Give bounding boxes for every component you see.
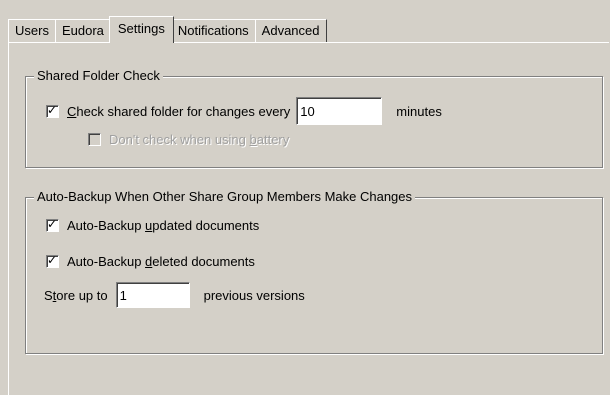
shared-folder-check-title: Shared Folder Check [34, 68, 163, 84]
store-versions-row: Store up to previous versions [44, 282, 305, 308]
check-interval-input[interactable] [296, 97, 383, 125]
check-shared-row: ✓ Check shared folder for changes every … [46, 97, 442, 125]
previous-versions-label: previous versions [203, 287, 305, 303]
interval-unit-label: minutes [396, 103, 442, 119]
backup-updated-row: ✓ Auto-Backup updated documents [46, 218, 259, 233]
check-mark-icon: ✓ [47, 102, 58, 117]
check-shared-checkbox[interactable]: ✓ [46, 102, 59, 118]
tab-eudora[interactable]: Eudora [54, 19, 111, 42]
settings-panel: Shared Folder Check ✓ Check shared folde… [8, 42, 609, 395]
check-mark-icon: ✓ [47, 253, 58, 267]
auto-backup-title: Auto-Backup When Other Share Group Membe… [34, 189, 416, 205]
tab-advanced[interactable]: Advanced [254, 19, 327, 42]
store-up-to-label: Store up to [44, 287, 108, 303]
store-versions-input[interactable] [115, 282, 190, 308]
check-shared-label[interactable]: Check shared folder for changes every [67, 104, 290, 119]
battery-row: Don't check when using battery [88, 132, 289, 147]
backup-updated-label[interactable]: Auto-Backup updated documents [67, 218, 259, 233]
tab-notifications[interactable]: Notifications [170, 19, 256, 42]
shared-folder-check-group: Shared Folder Check ✓ Check shared folde… [25, 68, 603, 168]
backup-deleted-checkbox[interactable]: ✓ [46, 253, 59, 268]
backup-deleted-row: ✓ Auto-Backup deleted documents [46, 254, 255, 269]
tab-users[interactable]: Users [8, 19, 56, 42]
backup-deleted-label[interactable]: Auto-Backup deleted documents [67, 254, 255, 269]
battery-label: Don't check when using battery [109, 132, 290, 147]
check-mark-icon: ✓ [47, 217, 58, 231]
settings-dialog: Users Eudora Settings Notifications Adva… [0, 0, 610, 395]
battery-checkbox[interactable] [88, 133, 101, 146]
auto-backup-group: Auto-Backup When Other Share Group Membe… [25, 189, 603, 354]
tab-settings[interactable]: Settings [108, 16, 174, 43]
backup-updated-checkbox[interactable]: ✓ [46, 217, 59, 232]
tab-strip: Users Eudora Settings Notifications Adva… [8, 14, 327, 43]
